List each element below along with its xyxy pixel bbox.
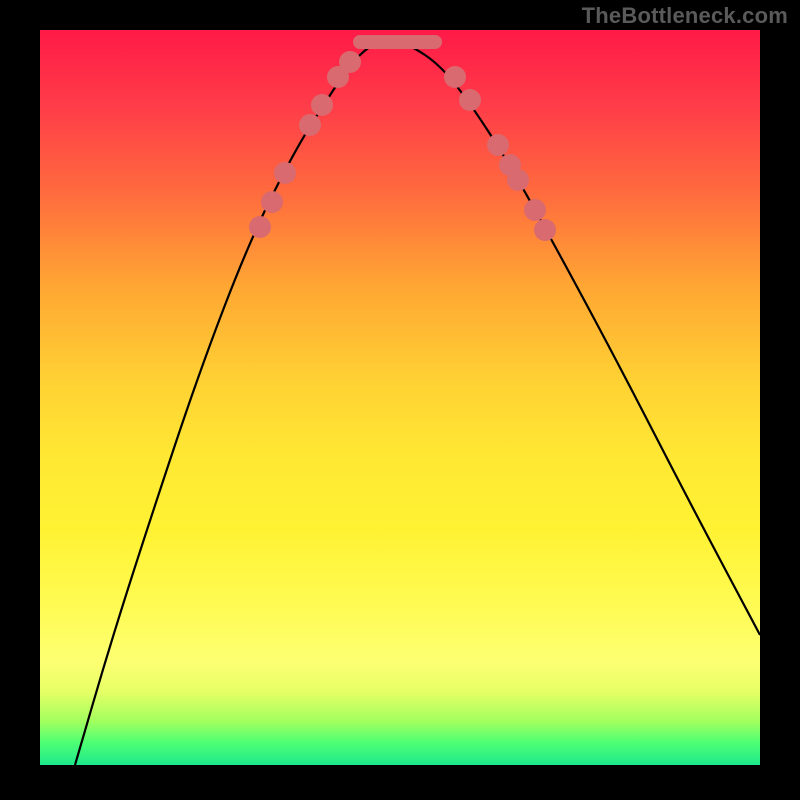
data-point — [524, 199, 546, 221]
markers-group — [249, 51, 556, 241]
data-point — [339, 51, 361, 73]
data-point — [507, 169, 529, 191]
bottleneck-curve — [75, 41, 760, 765]
curve-svg — [40, 30, 760, 765]
watermark-text: TheBottleneck.com — [582, 3, 788, 29]
chart-frame: TheBottleneck.com — [0, 0, 800, 800]
data-point — [261, 191, 283, 213]
data-point — [311, 94, 333, 116]
data-point — [444, 66, 466, 88]
data-point — [249, 216, 271, 238]
data-point — [534, 219, 556, 241]
plot-area — [40, 30, 760, 765]
data-point — [459, 89, 481, 111]
data-point — [487, 134, 509, 156]
data-point — [299, 114, 321, 136]
data-point — [274, 162, 296, 184]
